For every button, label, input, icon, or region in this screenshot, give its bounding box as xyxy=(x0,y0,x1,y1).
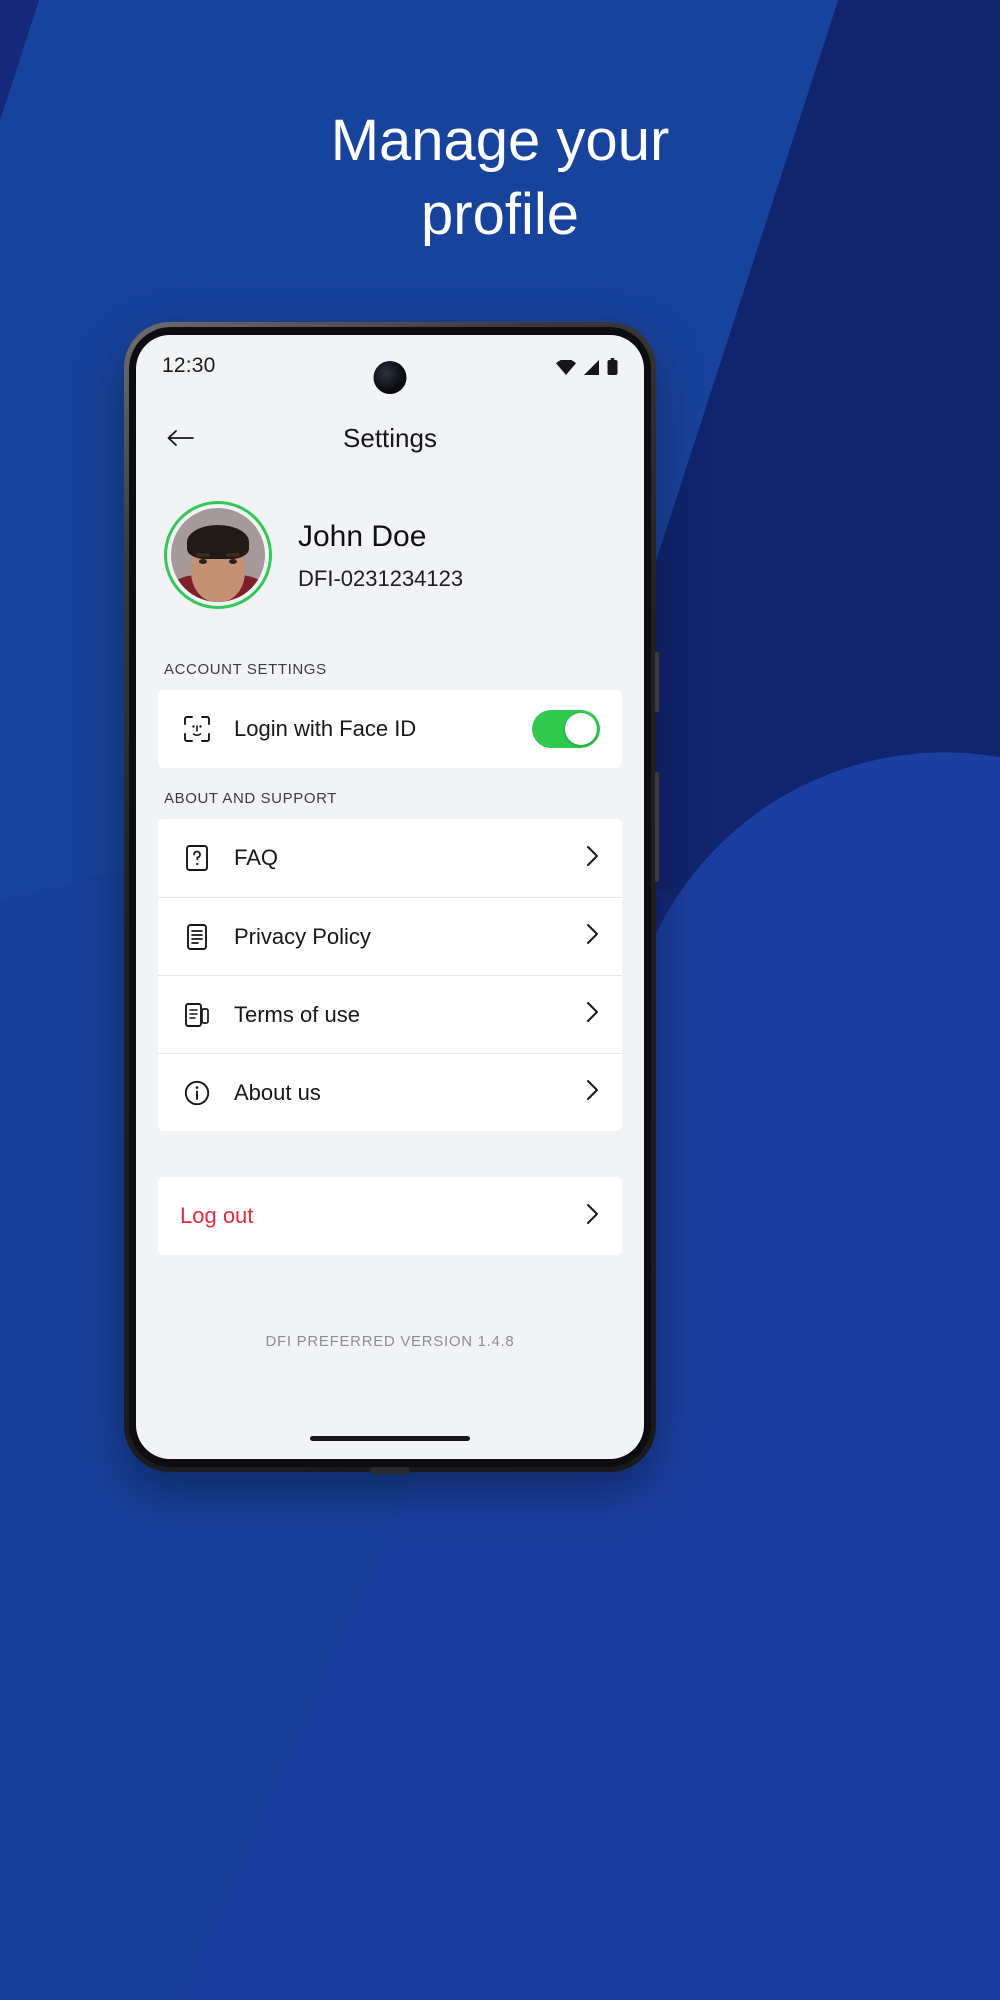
status-bar-icons xyxy=(556,357,618,375)
row-log-out[interactable]: Log out xyxy=(158,1177,622,1255)
terms-document-icon xyxy=(180,998,214,1032)
page-title: Settings xyxy=(343,422,437,453)
app-bar: Settings xyxy=(136,397,644,479)
profile-header[interactable]: John Doe DFI-0231234123 xyxy=(136,479,644,639)
row-privacy-policy[interactable]: Privacy Policy xyxy=(158,897,622,975)
headline-line-1: Manage your xyxy=(330,108,670,173)
card-about-and-support: FAQ Privacy Policy Terms of use About us xyxy=(158,819,622,1131)
chevron-right-icon xyxy=(586,923,600,950)
face-id-toggle[interactable] xyxy=(532,710,600,748)
promo-headline: Manage your profile xyxy=(0,112,1000,244)
chevron-right-icon xyxy=(586,1203,600,1230)
row-label-faq: FAQ xyxy=(234,845,279,870)
phone-bottom-speaker xyxy=(370,1467,410,1474)
avatar-eye-right xyxy=(228,558,237,564)
section-label-account-settings: ACCOUNT SETTINGS xyxy=(164,661,327,678)
toggle-knob xyxy=(565,713,597,745)
chevron-right-icon xyxy=(586,1079,600,1106)
row-faq[interactable]: FAQ xyxy=(158,819,622,897)
privacy-document-icon xyxy=(180,920,214,954)
profile-account-id: DFI-0231234123 xyxy=(298,565,464,591)
row-about-us[interactable]: About us xyxy=(158,1053,622,1131)
row-terms-of-use[interactable]: Terms of use xyxy=(158,975,622,1053)
avatar xyxy=(171,508,265,602)
status-bar: 12:30 xyxy=(136,335,644,397)
card-account-settings: Login with Face ID xyxy=(158,690,622,768)
front-camera-punch-hole xyxy=(373,361,407,394)
promo-screenshot: Manage your profile 12:30 Settings John … xyxy=(0,0,1000,2000)
battery-icon xyxy=(607,357,618,375)
phone-side-button-power xyxy=(655,772,659,882)
info-circle-icon xyxy=(180,1076,214,1110)
avatar-eyebrow-left xyxy=(196,553,211,558)
chevron-right-icon xyxy=(586,845,600,872)
chevron-right-icon xyxy=(586,1001,600,1028)
headline-line-2: profile xyxy=(421,182,579,247)
avatar-eye-left xyxy=(199,558,208,564)
row-label-privacy-policy: Privacy Policy xyxy=(234,923,371,949)
row-label-log-out: Log out xyxy=(180,1203,254,1228)
home-indicator[interactable] xyxy=(310,1436,470,1441)
avatar-eyebrow-right xyxy=(225,553,240,558)
faq-document-icon xyxy=(180,841,214,875)
status-bar-time: 12:30 xyxy=(162,354,216,377)
face-id-icon xyxy=(180,712,214,746)
row-login-with-face-id[interactable]: Login with Face ID xyxy=(158,690,622,768)
avatar-ring xyxy=(164,501,272,609)
cellular-signal-icon xyxy=(583,359,600,375)
phone-screen: 12:30 Settings John Doe DFI-0231234123 A… xyxy=(136,335,644,1459)
profile-text: John Doe DFI-0231234123 xyxy=(298,518,463,592)
wifi-icon xyxy=(556,359,576,375)
profile-name: John Doe xyxy=(298,520,427,554)
row-label-login-with-face-id: Login with Face ID xyxy=(234,716,417,741)
row-label-about-us: About us xyxy=(234,1079,321,1105)
row-label-terms-of-use: Terms of use xyxy=(234,1001,360,1027)
phone-side-button-volume xyxy=(655,652,659,712)
phone-mockup: 12:30 Settings John Doe DFI-0231234123 A… xyxy=(124,322,659,1474)
section-label-about-and-support: ABOUT AND SUPPORT xyxy=(164,790,338,807)
card-logout: Log out xyxy=(158,1177,622,1255)
app-version-text: DFI PREFERRED VERSION 1.4.8 xyxy=(265,1333,515,1350)
